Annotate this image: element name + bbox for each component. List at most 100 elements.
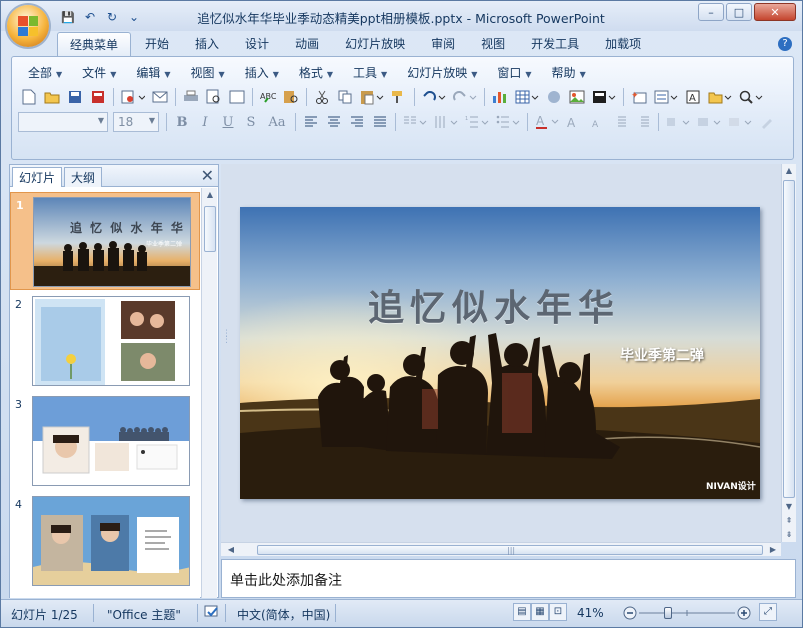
font-size-combo[interactable]: 18 ▼ bbox=[113, 112, 159, 132]
tab-3[interactable]: 设计 bbox=[233, 32, 281, 56]
current-slide[interactable]: 追忆似水年华 毕业季第二弹 NIVAN设计 bbox=[240, 207, 760, 499]
menu-item-8[interactable]: 窗口 ▼ bbox=[487, 63, 541, 83]
tab-4[interactable]: 动画 bbox=[283, 32, 331, 56]
tab-1[interactable]: 开始 bbox=[133, 32, 181, 56]
slide-layout-icon[interactable] bbox=[589, 86, 619, 108]
open-folder-icon[interactable] bbox=[41, 86, 63, 108]
scrollbar-thumb[interactable] bbox=[204, 206, 216, 252]
font-color-icon[interactable]: A bbox=[532, 111, 562, 133]
tab-6[interactable]: 审阅 bbox=[419, 32, 467, 56]
maximize-button[interactable]: □ bbox=[726, 3, 752, 21]
slide-title[interactable]: 追忆似水年华 bbox=[368, 279, 620, 331]
scroll-left-icon[interactable]: ◀ bbox=[223, 543, 239, 557]
menu-item-5[interactable]: 格式 ▼ bbox=[289, 63, 343, 83]
tab-2[interactable]: 插入 bbox=[183, 32, 231, 56]
new-slide-icon[interactable]: ✦ bbox=[628, 86, 650, 108]
print-preview-icon[interactable] bbox=[87, 86, 109, 108]
shrink-font-icon[interactable]: A bbox=[586, 111, 608, 133]
columns-icon[interactable] bbox=[400, 111, 430, 133]
undo-icon[interactable]: ↶ bbox=[81, 8, 99, 26]
zoom-search-icon[interactable] bbox=[736, 86, 766, 108]
menu-item-6[interactable]: 工具 ▼ bbox=[343, 63, 397, 83]
slide-thumbnail-3[interactable]: 3 bbox=[10, 392, 200, 490]
help-icon[interactable]: ? bbox=[778, 37, 792, 51]
theme-name[interactable]: "Office 主题" bbox=[107, 606, 181, 623]
redo-dropdown-icon[interactable] bbox=[450, 86, 480, 108]
spell-check-icon[interactable] bbox=[203, 604, 221, 623]
numbering-icon[interactable]: 1 bbox=[462, 111, 492, 133]
slide-show-view-icon[interactable]: ⊡ bbox=[549, 603, 567, 621]
italic-button[interactable]: I bbox=[194, 111, 216, 133]
decrease-indent-icon[interactable] bbox=[609, 111, 631, 133]
email-icon[interactable] bbox=[149, 86, 171, 108]
customize-qat-icon[interactable]: ⌄ bbox=[125, 8, 143, 26]
preview-icon[interactable] bbox=[203, 86, 225, 108]
scroll-right-icon[interactable]: ▶ bbox=[765, 543, 781, 557]
grow-font-icon[interactable]: A bbox=[563, 111, 585, 133]
shadow-button[interactable]: S bbox=[240, 111, 262, 133]
slide-design-icon[interactable] bbox=[651, 86, 681, 108]
font-name-combo[interactable]: ▼ bbox=[18, 112, 108, 132]
clip-art-icon[interactable] bbox=[543, 86, 565, 108]
slide-sorter-view-icon[interactable]: ▦ bbox=[531, 603, 549, 621]
permission-icon[interactable] bbox=[118, 86, 148, 108]
tab-8[interactable]: 开发工具 bbox=[519, 32, 591, 56]
tab-7[interactable]: 视图 bbox=[469, 32, 517, 56]
close-button[interactable]: ✕ bbox=[754, 3, 796, 21]
menu-item-7[interactable]: 幻灯片放映 ▼ bbox=[397, 63, 487, 83]
slide-brand[interactable]: NIVAN设计 bbox=[706, 479, 756, 492]
insert-picture-icon[interactable] bbox=[566, 86, 588, 108]
save-icon[interactable]: 💾 bbox=[59, 8, 77, 26]
close-icon[interactable]: ✕ bbox=[201, 167, 214, 185]
tab-0[interactable]: 经典菜单 bbox=[57, 32, 132, 56]
new-file-icon[interactable] bbox=[18, 86, 40, 108]
zoom-slider[interactable] bbox=[623, 605, 751, 621]
spelling-icon[interactable]: ABC bbox=[257, 86, 279, 108]
folder-dropdown-icon[interactable] bbox=[705, 86, 735, 108]
arrange-icon[interactable] bbox=[663, 111, 693, 133]
slide-thumbnail-1[interactable]: 1 追 忆 似 水 年 华 毕业季第二弹 bbox=[10, 192, 200, 290]
undo-dropdown-icon[interactable] bbox=[419, 86, 449, 108]
tab-5[interactable]: 幻灯片放映 bbox=[333, 32, 417, 56]
thumbnails-scrollbar[interactable]: ▲ bbox=[201, 188, 217, 598]
menu-item-4[interactable]: 插入 ▼ bbox=[235, 63, 289, 83]
shape-fill-icon[interactable] bbox=[725, 111, 755, 133]
redo-icon[interactable]: ↻ bbox=[103, 8, 121, 26]
slide-view-icon[interactable] bbox=[226, 86, 248, 108]
office-button[interactable] bbox=[7, 5, 49, 47]
cut-icon[interactable] bbox=[311, 86, 333, 108]
save-file-icon[interactable] bbox=[64, 86, 86, 108]
scroll-down-icon[interactable]: ▼ bbox=[782, 500, 796, 514]
align-right-icon[interactable] bbox=[346, 111, 368, 133]
paste-icon[interactable] bbox=[357, 86, 387, 108]
zoom-level[interactable]: 41% bbox=[577, 606, 604, 620]
research-icon[interactable] bbox=[280, 86, 302, 108]
print-icon[interactable] bbox=[180, 86, 202, 108]
fit-to-window-icon[interactable]: ⤢ bbox=[759, 603, 777, 621]
justify-icon[interactable] bbox=[369, 111, 391, 133]
menu-item-0[interactable]: 全部 ▼ bbox=[18, 63, 72, 83]
normal-view-icon[interactable]: ▤ bbox=[513, 603, 531, 621]
menu-item-2[interactable]: 编辑 ▼ bbox=[126, 63, 180, 83]
splitter-grip[interactable]: ⋮ ⋮ bbox=[222, 330, 231, 355]
minimize-button[interactable]: – bbox=[698, 3, 724, 21]
menu-item-3[interactable]: 视图 ▼ bbox=[181, 63, 235, 83]
text-direction-icon[interactable] bbox=[431, 111, 461, 133]
change-case-button[interactable]: Aa bbox=[263, 111, 291, 133]
menu-item-1[interactable]: 文件 ▼ bbox=[72, 63, 126, 83]
scrollbar-thumb[interactable] bbox=[783, 180, 795, 498]
scroll-up-icon[interactable]: ▲ bbox=[202, 188, 218, 202]
tab-9[interactable]: 加载项 bbox=[593, 32, 653, 56]
align-left-icon[interactable] bbox=[300, 111, 322, 133]
align-center-icon[interactable] bbox=[323, 111, 345, 133]
previous-slide-icon[interactable]: ⇞ bbox=[782, 514, 796, 528]
language-indicator[interactable]: 中文(简体，中国) bbox=[237, 606, 330, 623]
bullets-icon[interactable] bbox=[493, 111, 523, 133]
shape-outline-icon[interactable] bbox=[756, 111, 778, 133]
copy-icon[interactable] bbox=[334, 86, 356, 108]
slide-subtitle[interactable]: 毕业季第二弹 bbox=[620, 345, 704, 365]
format-painter-icon[interactable] bbox=[388, 86, 410, 108]
shape-styles-icon[interactable] bbox=[694, 111, 724, 133]
slide-thumbnail-2[interactable]: 2 bbox=[10, 292, 200, 390]
slide-thumbnail-4[interactable]: 4 bbox=[10, 492, 200, 590]
